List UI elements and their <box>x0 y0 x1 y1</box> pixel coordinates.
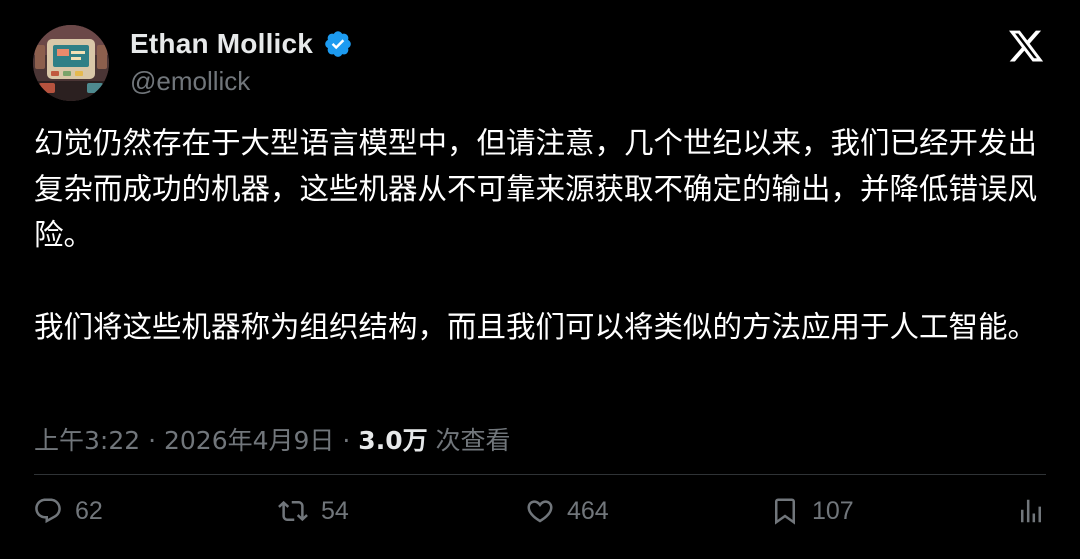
avatar-image <box>33 25 109 101</box>
tweet-paragraph: 我们将这些机器称为组织结构，而且我们可以将类似的方法应用于人工智能。 <box>34 310 1038 344</box>
reply-icon <box>35 498 61 524</box>
analytics-button[interactable] <box>1016 491 1046 531</box>
heart-icon <box>527 500 553 523</box>
tweet-card: Ethan Mollick @emollick 幻觉仍然存在于大型语言模型中，但… <box>0 0 1080 559</box>
tweet-meta: 上午3:22 · 2026年4月9日 · 3.0万 次查看 <box>34 421 511 457</box>
verified-badge-icon <box>325 31 351 57</box>
like-count: 464 <box>567 496 609 525</box>
avatar[interactable] <box>33 25 109 101</box>
reply-button[interactable]: 62 <box>33 491 103 531</box>
x-logo-icon[interactable] <box>1006 27 1046 65</box>
meta-separator: · <box>148 426 157 455</box>
meta-separator: · <box>342 426 351 455</box>
divider <box>34 474 1046 475</box>
views-count: 3.0万 <box>358 426 428 455</box>
bookmark-count: 107 <box>812 496 854 525</box>
tweet-date[interactable]: 2026年4月9日 <box>164 426 334 455</box>
bookmark-button[interactable]: 107 <box>770 491 854 531</box>
tweet-time[interactable]: 上午3:22 <box>34 426 140 455</box>
views-label: 次查看 <box>435 426 511 455</box>
repost-icon <box>278 500 308 522</box>
bookmark-icon <box>775 498 795 525</box>
repost-button[interactable]: 54 <box>277 491 349 531</box>
tweet-paragraph: 幻觉仍然存在于大型语言模型中，但请注意，几个世纪以来，我们已经开发出复杂而成功的… <box>34 126 1038 252</box>
like-button[interactable]: 464 <box>525 491 609 531</box>
author-handle[interactable]: @emollick <box>130 66 250 97</box>
author-name[interactable]: Ethan Mollick <box>130 28 313 60</box>
author-name-row: Ethan Mollick <box>130 26 353 62</box>
repost-count: 54 <box>321 496 349 525</box>
analytics-icon <box>1021 499 1041 523</box>
tweet-text: 幻觉仍然存在于大型语言模型中，但请注意，几个世纪以来，我们已经开发出复杂而成功的… <box>34 120 1046 350</box>
reply-count: 62 <box>75 496 103 525</box>
